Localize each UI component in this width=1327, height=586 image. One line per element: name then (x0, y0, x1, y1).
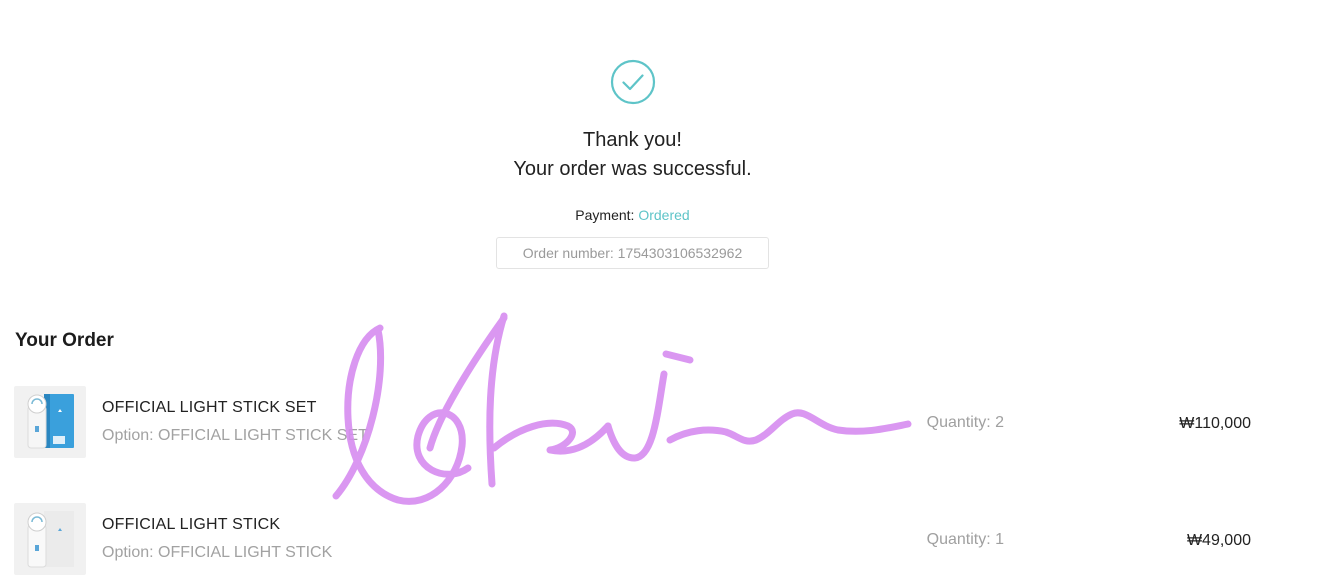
light-stick-set-image (27, 394, 74, 449)
product-thumbnail[interactable] (14, 503, 86, 575)
order-number-box: Order number: 1754303106532962 (496, 237, 769, 269)
payment-status: Payment: Ordered (0, 207, 1265, 223)
thank-you-heading: Thank you! (583, 129, 682, 151)
item-quantity: Quantity: 2 (926, 414, 1004, 431)
item-price: ₩49,000 (1186, 532, 1251, 549)
check-circle-icon (610, 59, 656, 105)
order-success-message: Your order was successful. (513, 158, 752, 180)
payment-label: Payment: (575, 207, 635, 223)
product-thumbnail[interactable] (14, 386, 86, 458)
item-option: Option: OFFICIAL LIGHT STICK (102, 544, 333, 561)
item-name[interactable]: OFFICIAL LIGHT STICK SET (102, 399, 317, 417)
order-item: OFFICIAL LIGHT STICK Option: OFFICIAL LI… (0, 503, 1327, 577)
item-price: ₩110,000 (1179, 415, 1251, 432)
item-option: Option: OFFICIAL LIGHT STICK SET (102, 427, 368, 444)
light-stick-image (27, 511, 74, 568)
item-name[interactable]: OFFICIAL LIGHT STICK (102, 516, 280, 534)
your-order-heading: Your Order (15, 330, 114, 351)
item-quantity: Quantity: 1 (926, 531, 1004, 548)
order-item: OFFICIAL LIGHT STICK SET Option: OFFICIA… (0, 386, 1327, 460)
payment-status-value: Ordered (638, 207, 690, 223)
